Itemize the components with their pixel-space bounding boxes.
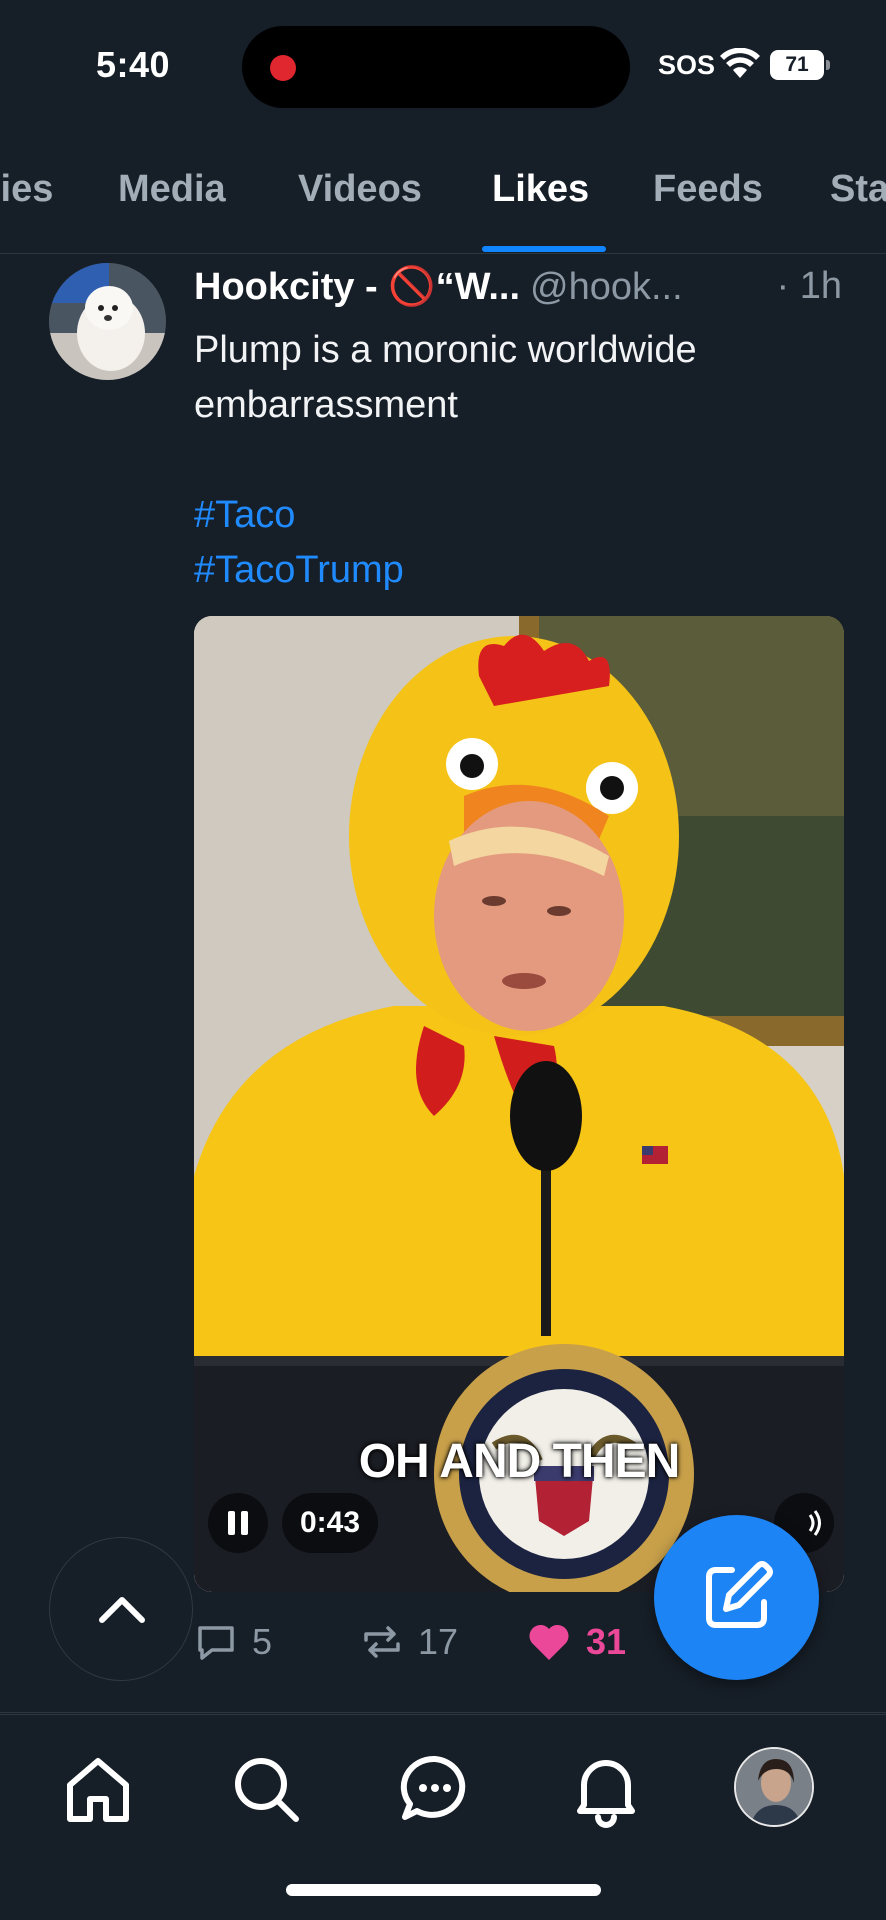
post-time: · 1h [776, 265, 842, 307]
video-player[interactable]: OH AND THEN 0:43 [194, 616, 844, 1592]
battery-level: 71 [770, 50, 824, 80]
repost-button[interactable]: 17 [360, 1612, 458, 1672]
compose-pencil-icon [706, 1561, 773, 1628]
like-button[interactable]: 31 [526, 1612, 626, 1672]
status-bar: 5:40 SOS 71 [0, 0, 886, 130]
home-indicator [286, 1884, 601, 1896]
reply-button[interactable]: 5 [194, 1612, 272, 1672]
post[interactable]: Hookcity - 🚫“W... @hook... · 1h Plump is … [0, 255, 886, 1713]
author-display-name[interactable]: Hookcity - 🚫“W... [194, 266, 520, 308]
post-header: Hookcity - 🚫“W... @hook... · 1h [194, 265, 854, 315]
carrier-status: SOS [658, 50, 716, 80]
repost-count: 17 [418, 1621, 459, 1662]
battery-cap [826, 60, 830, 70]
video-caption: OH AND THEN [358, 1435, 681, 1488]
speech-bubble-icon [198, 1626, 234, 1660]
tab-likes[interactable]: Likes [492, 168, 589, 211]
heart-icon [529, 1624, 569, 1660]
text-spacer [194, 433, 854, 488]
nav-notifications[interactable] [566, 1749, 646, 1829]
wifi-icon [720, 48, 760, 78]
avatar[interactable] [49, 263, 166, 380]
nav-search[interactable] [226, 1749, 306, 1829]
post-text: Plump is a moronic worldwide embarrassme… [194, 329, 697, 426]
profile-tabs: lies Media Videos Likes Feeds Sta [0, 150, 886, 254]
like-count: 31 [586, 1621, 627, 1662]
pause-button[interactable] [208, 1493, 268, 1553]
tab-starter-packs[interactable]: Sta [830, 168, 886, 211]
home-icon [67, 1758, 129, 1822]
compose-button[interactable] [654, 1515, 819, 1680]
chat-icon [400, 1755, 466, 1820]
bell-icon [577, 1760, 635, 1828]
nav-profile-avatar[interactable] [734, 1747, 814, 1827]
dog-avatar-image [49, 263, 166, 380]
tab-videos[interactable]: Videos [298, 168, 422, 211]
video-elapsed-time: 0:43 [282, 1493, 379, 1553]
recording-indicator-icon [270, 55, 296, 81]
nav-home[interactable] [58, 1749, 138, 1829]
battery-icon: 71 [770, 50, 830, 80]
hashtag-link[interactable]: #TacoTrump [194, 543, 854, 598]
profile-avatar-image [736, 1749, 812, 1825]
repost-arrows-icon [364, 1626, 400, 1658]
hashtag-link[interactable]: #Taco [194, 488, 854, 543]
app-screen: 5:40 SOS 71 lies Media Videos Likes Feed… [0, 0, 886, 1920]
tab-replies[interactable]: lies [0, 168, 53, 211]
post-body: Plump is a moronic worldwide embarrassme… [194, 323, 854, 598]
author-handle[interactable]: @hook... [530, 266, 683, 308]
dynamic-island [242, 26, 630, 108]
chevron-up-icon [99, 1597, 145, 1623]
tab-media[interactable]: Media [118, 168, 226, 211]
search-icon [235, 1758, 299, 1822]
scroll-to-top-button[interactable] [49, 1537, 193, 1681]
status-time: 5:40 [96, 44, 171, 85]
active-tab-indicator [482, 246, 606, 252]
post-actions: 5 17 31 [194, 1612, 694, 1672]
reply-count: 5 [252, 1621, 273, 1662]
tab-feeds[interactable]: Feeds [653, 168, 763, 211]
nav-chat[interactable] [395, 1749, 475, 1829]
